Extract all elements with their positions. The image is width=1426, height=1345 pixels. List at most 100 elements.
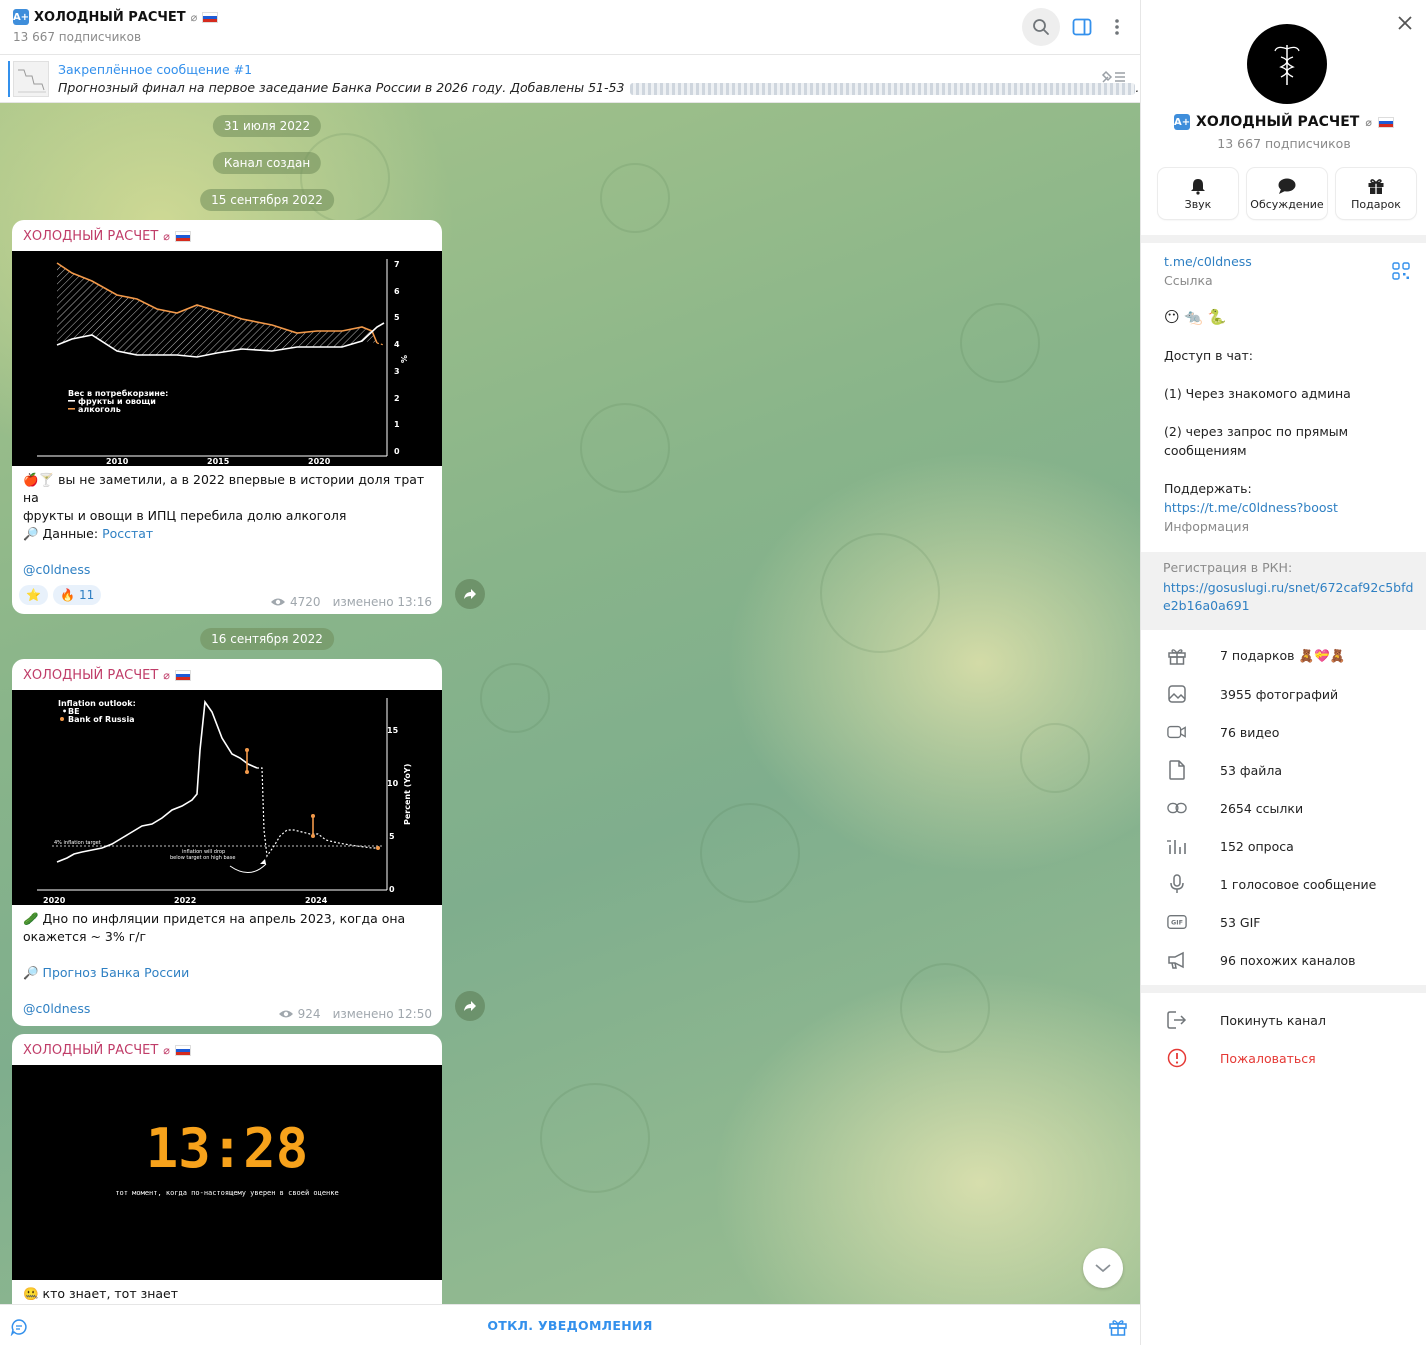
gif-icon: GIF — [1167, 912, 1187, 932]
media-row-files[interactable]: 53 файла — [1141, 751, 1426, 789]
legend-marker: • — [62, 707, 67, 716]
message-source: 🔎 Данные: Росстат — [23, 525, 153, 543]
muted-icon: ⌀ — [163, 669, 170, 682]
search-button[interactable] — [1022, 8, 1060, 46]
reaction-chip[interactable]: ⭐ — [19, 585, 48, 605]
chat-title[interactable]: ХОЛОДНЫЙ РАСЧЕТ — [34, 10, 186, 25]
pinned-list-button[interactable] — [1100, 69, 1126, 89]
pinned-text[interactable]: Прогнозный финал на первое заседание Бан… — [58, 80, 1147, 95]
chat-bubble-icon — [1278, 178, 1296, 194]
channel-avatar[interactable] — [1247, 24, 1327, 104]
message-bubble[interactable]: ХОЛОДНЫЙ РАСЧЕТ ⌀ 13:28 тот момент, когд… — [12, 1034, 442, 1304]
chart-image[interactable]: 7 6 5 4 3 2 1 0 % 2010 2015 2020 Вес в п… — [12, 251, 442, 466]
close-panel-button[interactable] — [1397, 14, 1413, 36]
post-image[interactable]: 13:28 тот момент, когда по-настоящему ув… — [12, 1065, 442, 1280]
cbr-point — [245, 748, 249, 752]
mute-notifications-button[interactable]: ОТКЛ. УВЕДОМЛЕНИЯ — [0, 1318, 1140, 1333]
forward-button[interactable] — [455, 579, 485, 609]
media-row-label: 2654 ссылки — [1220, 800, 1304, 816]
leave-label: Покинуть канал — [1220, 1012, 1326, 1028]
chat-area: A+ ХОЛОДНЫЙ РАСЧЕТ ⌀ 13 667 подписчиков … — [0, 0, 1147, 1345]
gift-icon — [1109, 1320, 1127, 1336]
more-menu-button[interactable] — [1098, 8, 1136, 46]
bell-icon — [1191, 178, 1205, 195]
gift-button[interactable] — [1108, 1317, 1128, 1341]
be-forecast-line — [257, 767, 378, 858]
message-text: 🍎🍸 вы не заметили, а в 2022 впервые в ис… — [23, 471, 442, 525]
divider — [1141, 985, 1426, 993]
annotation-arrow — [229, 863, 267, 873]
side-panel-toggle-button[interactable] — [1063, 8, 1101, 46]
doodle — [820, 533, 940, 653]
media-row-label: 3955 фотографий — [1220, 686, 1339, 702]
media-row-gifts[interactable]: 7 подарков 🧸💝🧸 — [1141, 637, 1426, 675]
view-count: 924 — [297, 1007, 321, 1021]
channel-handle-link[interactable]: @c0ldness — [23, 561, 90, 579]
muted-icon: ⌀ — [1365, 115, 1372, 129]
gift-action-button[interactable]: Подарок — [1336, 168, 1416, 219]
media-row-label: 53 файла — [1220, 762, 1282, 778]
image-big-time: 13:28 — [145, 1117, 309, 1180]
y-axis-label: Percent (YoY) — [403, 764, 412, 825]
channel-handle-link[interactable]: @c0ldness — [23, 1000, 90, 1018]
media-row-polls[interactable]: 152 опроса — [1141, 827, 1426, 865]
description-label: Информация — [1164, 519, 1250, 534]
eye-icon — [278, 1010, 293, 1018]
reaction-count: 11 — [78, 588, 95, 602]
bottom-bar: ОТКЛ. УВЕДОМЛЕНИЯ — [0, 1304, 1140, 1345]
muted-icon: ⌀ — [190, 10, 198, 24]
action-label: Звук — [1184, 197, 1212, 211]
channel-link-block: t.me/c0ldness Ссылка — [1164, 252, 1252, 290]
chat-title-row[interactable]: A+ ХОЛОДНЫЙ РАСЧЕТ ⌀ — [13, 9, 219, 25]
discussion-action-button[interactable]: Обсуждение — [1247, 168, 1327, 219]
rkn-registration: Регистрация в РКН: https://gosuslugi.ru/… — [1141, 552, 1426, 630]
text-line: 🍎🍸 вы не заметили, а в 2022 впервые в ис… — [23, 472, 425, 505]
reaction-chip[interactable]: 🔥 11 — [53, 585, 102, 605]
inflation-outlook-chart: 15 10 5 0 Percent (YoY) 2020 2022 2024 I… — [37, 698, 412, 905]
report-button[interactable]: Пожаловаться — [1141, 1039, 1426, 1077]
media-row-videos[interactable]: 76 видео — [1141, 713, 1426, 751]
message-bubble[interactable]: ХОЛОДНЫЙ РАСЧЕТ ⌀ 7 6 5 4 3 2 1 0 % 2010… — [12, 220, 442, 614]
chart-image[interactable]: 15 10 5 0 Percent (YoY) 2020 2022 2024 I… — [12, 690, 442, 905]
media-row-photos[interactable]: 3955 фотографий — [1141, 675, 1426, 713]
leave-channel-button[interactable]: Покинуть канал — [1141, 1001, 1426, 1039]
edited-time: изменено 13:16 — [332, 595, 432, 609]
channel-name-row: A+ ХОЛОДНЫЙ РАСЧЕТ ⌀ — [1141, 114, 1426, 130]
message-bubble[interactable]: ХОЛОДНЫЙ РАСЧЕТ ⌀ 15 10 5 0 Percent (YoY… — [12, 659, 442, 1026]
pinned-text-content: Прогнозный финал на первое заседание Бан… — [58, 80, 625, 95]
text-line: 🥒 Дно по инфляции придется на апрель 202… — [23, 911, 406, 926]
source-link[interactable]: Росстат — [102, 526, 153, 541]
gift-icon — [1368, 178, 1384, 194]
photo-icon — [1167, 684, 1187, 704]
y-tick: 4 — [394, 340, 400, 349]
source-prefix: 🔎 — [23, 965, 43, 980]
legend-swatch-alcohol — [68, 408, 75, 410]
rkn-link[interactable]: https://gosuslugi.ru/snet/672caf92c5bfde… — [1163, 579, 1415, 615]
boost-link[interactable]: https://t.me/c0ldness?boost — [1164, 498, 1351, 517]
chevron-down-icon — [1095, 1264, 1111, 1273]
qr-code-button[interactable] — [1392, 262, 1410, 284]
channel-link[interactable]: t.me/c0ldness — [1164, 252, 1252, 271]
source-link[interactable]: Прогноз Банка России — [43, 965, 190, 980]
media-row-gifs[interactable]: GIF 53 GIF — [1141, 903, 1426, 941]
action-label: Подарок — [1351, 197, 1401, 211]
source-prefix: 🔎 Данные: — [23, 526, 103, 541]
pinned-title[interactable]: Закреплённое сообщение #1 — [58, 62, 252, 77]
forward-button[interactable] — [455, 991, 485, 1021]
media-row-similar[interactable]: 96 похожих каналов — [1141, 941, 1426, 979]
x-tick: 2020 — [308, 457, 331, 466]
actual-inflation-line — [56, 699, 258, 863]
scroll-down-button[interactable] — [1083, 1248, 1123, 1288]
chat-header[interactable]: A+ ХОЛОДНЫЙ РАСЧЕТ ⌀ 13 667 подписчиков — [0, 0, 1140, 55]
description-line: (1) Через знакомого админа — [1164, 386, 1351, 401]
doodle — [1020, 723, 1090, 793]
media-row-links[interactable]: 2654 ссылки — [1141, 789, 1426, 827]
message-author[interactable]: ХОЛОДНЫЙ РАСЧЕТ ⌀ — [23, 229, 191, 244]
message-author[interactable]: ХОЛОДНЫЙ РАСЧЕТ ⌀ — [23, 1043, 191, 1058]
image-caption: тот момент, когда по-настоящему уверен в… — [115, 1189, 339, 1197]
message-author[interactable]: ХОЛОДНЫЙ РАСЧЕТ ⌀ — [23, 668, 191, 683]
pinned-message-bar[interactable]: Закреплённое сообщение #1 Прогнозный фин… — [0, 55, 1147, 103]
media-row-voice[interactable]: 1 голосовое сообщение — [1141, 865, 1426, 903]
sound-button[interactable]: Звук — [1158, 168, 1238, 219]
channel-emojis: 😶 🐀 🐍 — [1164, 308, 1227, 326]
